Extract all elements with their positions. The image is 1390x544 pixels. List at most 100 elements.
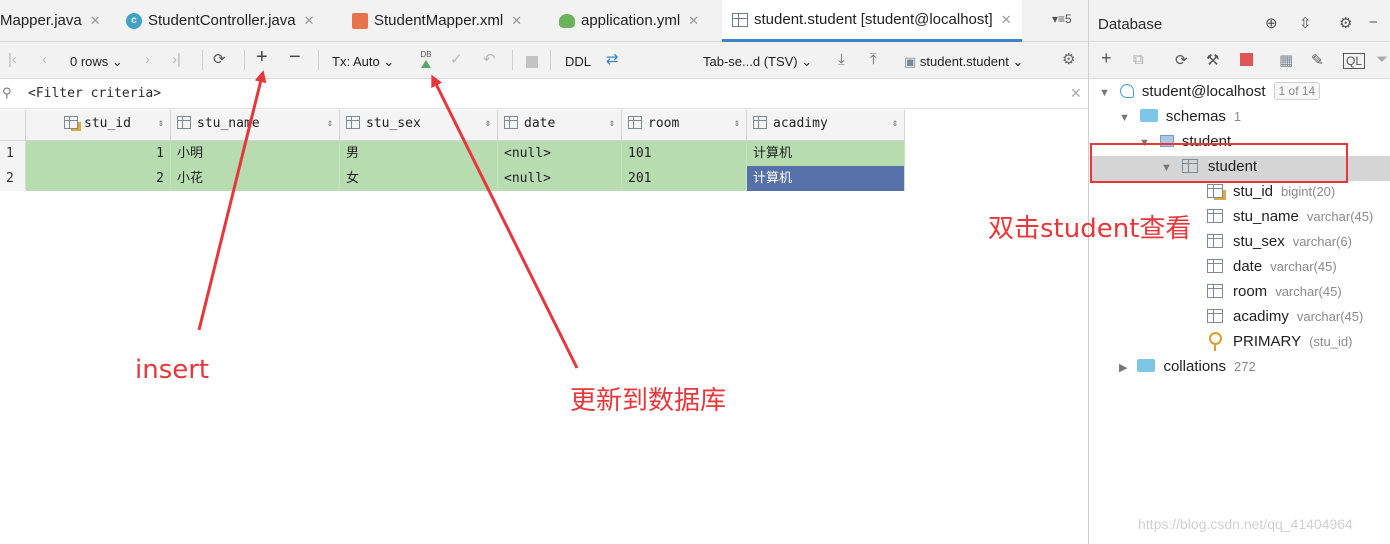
close-icon[interactable]: ✕ [90,13,101,29]
rows-count-label: 0 rows [70,54,109,69]
close-icon[interactable]: ✕ [1001,12,1012,28]
clear-filter-icon[interactable]: ✕ [1070,85,1082,102]
column-header-room[interactable]: room ⇕ [622,110,747,141]
folder-icon [1137,359,1156,372]
connection-badge[interactable]: 1 of 14 [1273,82,1321,100]
tree-column[interactable]: stu_sex varchar(6) [1207,229,1352,254]
panel-title: Database [1098,16,1163,33]
sort-icon[interactable]: ⇕ [609,110,615,137]
sort-icon[interactable]: ⇕ [892,110,898,137]
tx-mode-label: Tx: Auto [332,54,380,69]
delete-row-button[interactable]: − [289,47,301,67]
cell-date[interactable]: <null> [498,166,622,191]
compare-arrows-icon[interactable]: ⇄ [606,50,619,70]
last-page-icon[interactable]: ›| [172,50,181,70]
tab-student-controller[interactable]: c StudentController.java ✕ [126,0,315,41]
console-icon[interactable]: QL [1343,53,1366,69]
edit-icon[interactable]: ✎ [1311,51,1324,69]
tx-mode-dropdown[interactable]: Tx: Auto ⌄ [332,52,394,72]
refresh-icon[interactable]: ⟳ [213,50,226,70]
upload-icon[interactable]: ⤒ [870,50,877,70]
add-icon[interactable]: + [1101,48,1112,69]
stop-icon[interactable] [1240,53,1253,66]
refresh-icon[interactable]: ⟳ [1175,51,1188,69]
tree-collations-folder[interactable]: ▶ collations 272 [1119,354,1256,379]
column-header-stu-name[interactable]: stu_name ⇕ [171,110,340,141]
toolbar-separator [318,50,319,70]
gear-icon[interactable]: ⚙ [1062,50,1075,70]
prev-page-icon[interactable]: ‹ [42,50,47,70]
cell-stu-id[interactable]: 1 [26,141,171,166]
cell-stu-sex[interactable]: 男 [340,141,498,166]
column-header-date[interactable]: date ⇕ [498,110,622,141]
row-number: 1 [0,141,26,166]
tree-column[interactable]: stu_name varchar(45) [1207,204,1373,229]
highlight-box [1090,143,1348,183]
close-icon[interactable]: ✕ [688,13,699,29]
column-header-stu-sex[interactable]: stu_sex ⇕ [340,110,498,141]
cell-room[interactable]: 201 [622,166,747,191]
cell-date[interactable]: <null> [498,141,622,166]
close-icon[interactable]: ✕ [511,13,522,29]
hide-panel-icon[interactable]: − [1369,14,1378,31]
export-format-dropdown[interactable]: Tab-se...d (TSV) ⌄ [703,52,812,72]
tree-schemas-folder[interactable]: ▼ schemas 1 [1119,104,1241,129]
cell-acadimy-selected[interactable]: 计算机 [747,166,905,191]
tab-mapper-java[interactable]: Mapper.java ✕ [0,0,101,41]
expand-arrow-icon[interactable]: ▼ [1099,87,1110,99]
upload-arrow-icon [421,60,431,68]
table-small-icon: ▣ [904,54,917,69]
tree-connection[interactable]: ▼ student@localhost 1 of 14 [1099,79,1321,104]
table-selector-dropdown[interactable]: ▣ student.student ⌄ [904,52,1023,72]
submit-to-database-button[interactable]: DB [418,50,434,72]
expand-arrow-icon[interactable]: ▼ [1119,112,1130,124]
close-icon[interactable]: ✕ [304,13,315,29]
sort-icon[interactable]: ⇕ [485,110,491,137]
table-view-icon[interactable]: ▦ [1279,51,1293,69]
sort-icon[interactable]: ⇕ [158,110,164,137]
next-page-icon[interactable]: › [145,50,150,70]
tab-overflow-button[interactable]: ▾≡5 [1052,12,1072,26]
collapse-icon[interactable]: ⇳ [1299,14,1312,32]
column-type: bigint(20) [1281,184,1336,199]
rows-count-dropdown[interactable]: 0 rows ⌄ [70,52,123,72]
rollback-icon[interactable]: ↶ [483,50,496,70]
cell-stu-id[interactable]: 2 [26,166,171,191]
tree-column[interactable]: room varchar(45) [1207,279,1342,304]
sort-icon[interactable]: ⇕ [327,110,333,137]
cell-stu-name[interactable]: 小花 [171,166,340,191]
tree-primary-key[interactable]: PRIMARY (stu_id) [1209,329,1352,354]
column-icon [1207,209,1223,223]
cancel-query-icon[interactable] [526,56,538,68]
column-header-stu-id[interactable]: stu_id ⇕ [26,110,171,141]
filter-bar[interactable]: ⚲ <Filter criteria> ✕ [0,80,1088,109]
copy-icon[interactable]: ⧉ [1133,51,1144,68]
tab-student-table[interactable]: student.student [student@localhost] ✕ [722,0,1022,42]
expand-arrow-icon[interactable]: ▶ [1119,362,1127,374]
tab-label: StudentMapper.xml [374,12,504,29]
add-row-button[interactable]: + [256,47,268,67]
schema-sync-icon[interactable]: ⚒ [1206,51,1219,69]
table-icon [732,12,748,27]
primary-key-column-icon [64,116,78,129]
commit-check-icon[interactable]: ✓ [450,50,463,70]
connection-icon [1119,84,1134,98]
gear-icon[interactable]: ⚙ [1339,14,1352,32]
cell-stu-sex[interactable]: 女 [340,166,498,191]
tab-student-mapper-xml[interactable]: StudentMapper.xml ✕ [352,0,522,41]
tab-application-yml[interactable]: application.yml ✕ [559,0,699,41]
tree-column[interactable]: date varchar(45) [1207,254,1337,279]
column-icon [177,116,191,129]
cell-room[interactable]: 101 [622,141,747,166]
cell-acadimy[interactable]: 计算机 [747,141,905,166]
ddl-button[interactable]: DDL [565,52,591,72]
column-header-acadimy[interactable]: acadimy ⇕ [747,110,905,141]
crosshair-icon[interactable]: ⊕ [1265,14,1278,32]
filter-icon[interactable]: ⏷ [1376,51,1388,68]
sort-icon[interactable]: ⇕ [734,110,740,137]
download-icon[interactable]: ⤓ [838,50,845,70]
tree-column[interactable]: acadimy varchar(45) [1207,304,1363,329]
cell-stu-name[interactable]: 小明 [171,141,340,166]
first-page-icon[interactable]: |‹ [8,50,17,70]
filter-input[interactable]: <Filter criteria> [28,86,161,101]
